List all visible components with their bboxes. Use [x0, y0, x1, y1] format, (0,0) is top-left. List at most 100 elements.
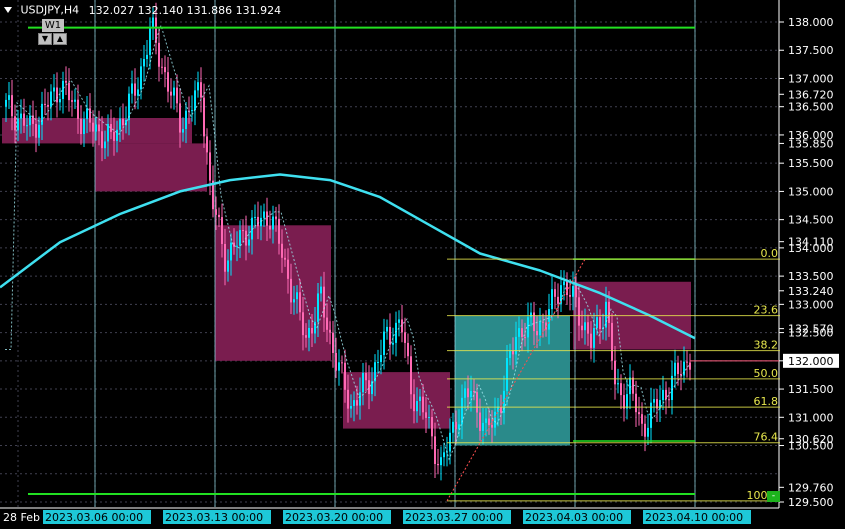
candle-body [68, 82, 70, 101]
candle-body [392, 342, 394, 345]
candle-body [164, 67, 166, 73]
time-axis-label: 2023.04.03 00:00 [525, 511, 623, 524]
candle-body [635, 393, 637, 413]
candle-body [281, 243, 283, 258]
candle-body [461, 397, 463, 425]
candle-body [434, 436, 436, 464]
candle-body [92, 122, 94, 132]
candle-body [347, 389, 349, 409]
candle-body [416, 401, 418, 412]
candle-body [53, 87, 55, 92]
candle-body [140, 66, 142, 90]
candle-body [398, 319, 400, 323]
minimize-button[interactable]: - [767, 491, 780, 502]
candle-body [200, 82, 202, 98]
candle-body [518, 328, 520, 337]
candle-body [653, 399, 655, 403]
candle-body [317, 293, 319, 322]
candle-body [557, 296, 559, 304]
candle-body [56, 87, 58, 103]
candle-body [479, 412, 481, 431]
price-axis-label: 137.000 [788, 72, 834, 85]
chart-header: USDJPY,H4 132.027 132.140 131.886 131.92… [4, 3, 281, 17]
candle-body [455, 421, 457, 430]
fib-label: 0.0 [761, 247, 779, 260]
candle-body [341, 362, 343, 364]
candle-body [113, 131, 115, 141]
candle-body [161, 66, 163, 68]
candle-body [389, 326, 391, 345]
candle-body [620, 383, 622, 396]
candle-body [8, 95, 10, 100]
candle-body [473, 390, 475, 393]
price-chart[interactable]: 0.023.638.250.061.876.4100.0138.000137.5… [0, 0, 845, 529]
candle-body [407, 342, 409, 357]
candle-body [158, 42, 160, 67]
timeframe-up-arrow-icon[interactable]: ▲ [53, 33, 67, 45]
candle-body [521, 328, 523, 338]
candle-body [665, 389, 667, 400]
candle-body [377, 361, 379, 363]
candle-body [131, 83, 133, 94]
candle-body [584, 322, 586, 331]
candle-body [152, 17, 154, 28]
candle-body [134, 83, 136, 96]
candle-body [539, 321, 541, 336]
candle-body [224, 243, 226, 272]
candle-body [122, 118, 124, 126]
price-axis-label: 133.500 [788, 270, 834, 283]
candle-body [413, 394, 415, 412]
candle-body [179, 103, 181, 133]
candle-body [104, 141, 106, 149]
candle-body [263, 211, 265, 218]
price-axis-label: 133.240 [788, 285, 834, 298]
price-axis-label: 131.000 [788, 411, 834, 424]
candle-body [26, 125, 28, 127]
candle-body [146, 54, 148, 59]
candle-body [293, 299, 295, 303]
candle-body [605, 301, 607, 328]
timeframe-down-arrow-icon[interactable]: ▼ [38, 33, 52, 45]
candle-body [101, 131, 103, 149]
price-axis-label: 134.000 [788, 242, 834, 255]
candle-body [260, 217, 262, 227]
candle-body [386, 326, 388, 332]
timeframe-switcher: W1 ▼ ▲ [38, 19, 70, 47]
candle-body [356, 400, 358, 406]
candle-body [80, 118, 82, 135]
candle-body [194, 90, 196, 111]
candle-body [536, 331, 538, 336]
candle-body [332, 332, 334, 353]
candle-body [404, 332, 406, 343]
candle-body [335, 352, 337, 371]
candle-body [368, 380, 370, 395]
candle-body [554, 289, 556, 297]
price-axis-label: 132.500 [788, 327, 834, 340]
price-axis-label: 133.000 [788, 298, 834, 311]
price-axis-label: 137.500 [788, 44, 834, 57]
candle-body [530, 312, 532, 318]
candle-body [77, 99, 79, 119]
candle-body [494, 411, 496, 428]
candle-body [221, 217, 223, 244]
candle-body [350, 405, 352, 409]
candle-body [50, 91, 52, 107]
candle-body [362, 372, 364, 393]
candle-body [71, 100, 73, 102]
candle-body [329, 329, 331, 333]
dropdown-triangle-icon[interactable] [4, 7, 12, 13]
candle-body [47, 104, 49, 107]
candle-body [206, 136, 208, 153]
candle-body [629, 377, 631, 395]
timeframe-label: W1 [42, 19, 64, 32]
candle-body [35, 123, 37, 138]
candle-body [167, 72, 169, 92]
candle-body [590, 333, 592, 348]
candle-body [17, 118, 19, 131]
candle-body [218, 214, 220, 218]
candle-body [677, 362, 679, 375]
candle-body [74, 99, 76, 102]
candle-body [482, 422, 484, 431]
candle-body [440, 457, 442, 466]
candle-body [311, 327, 313, 334]
